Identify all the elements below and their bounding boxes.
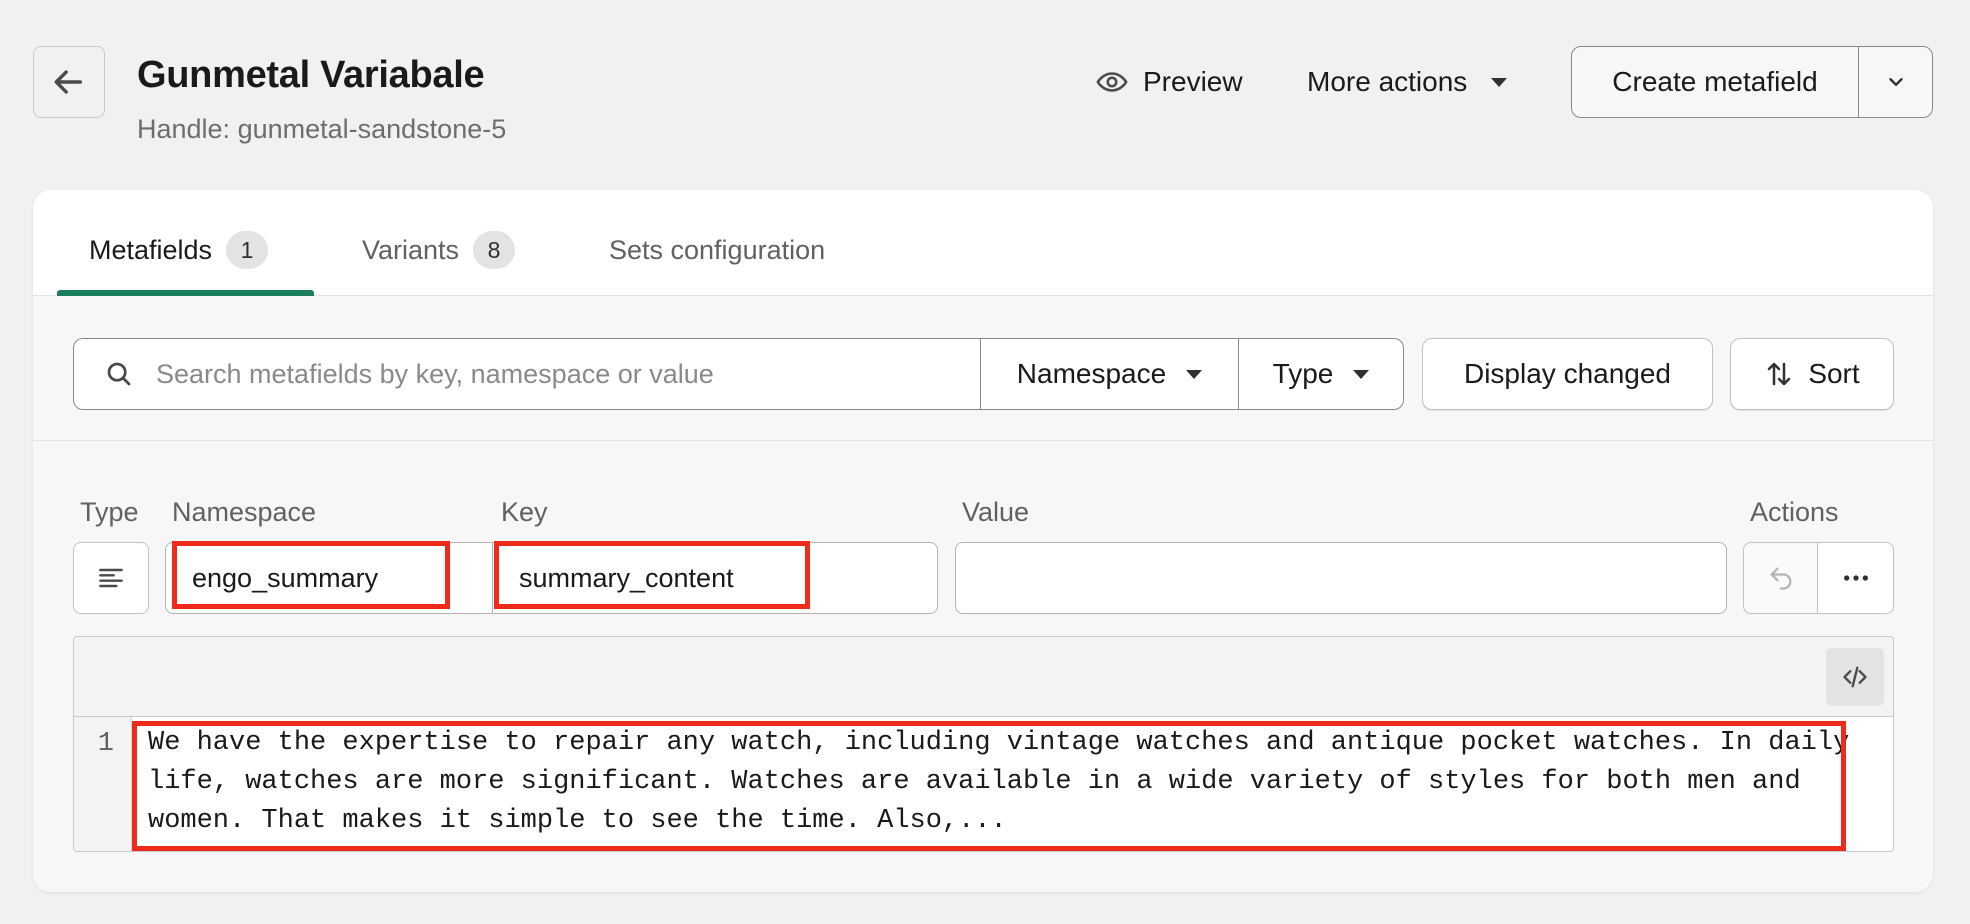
type-selector-button[interactable] (73, 542, 149, 614)
preview-label: Preview (1143, 66, 1243, 97)
tab-sets-configuration[interactable]: Sets configuration (609, 228, 825, 272)
tab-bar: Metafields 1 Variants 8 Sets configurati… (33, 190, 1933, 296)
more-actions-label: More actions (1307, 66, 1468, 97)
namespace-filter-label: Namespace (1016, 358, 1167, 389)
filter-bar: Namespace Type Display changed Sort (33, 296, 1933, 441)
chevron-down-icon (1888, 78, 1903, 86)
search-icon (107, 362, 131, 386)
metafields-card: Metafields 1 Variants 8 Sets configurati… (33, 190, 1933, 892)
line-number: 1 (97, 729, 114, 759)
sort-button[interactable]: Sort (1730, 338, 1894, 410)
ellipsis-icon (1843, 575, 1868, 581)
preview-button[interactable]: Preview (1095, 60, 1243, 104)
type-filter-label: Type (1272, 358, 1334, 389)
tab-metafields[interactable]: Metafields 1 (89, 228, 269, 272)
sort-arrows-icon (1768, 362, 1791, 386)
page-title: Gunmetal Variabale (137, 54, 485, 96)
value-code-editor[interactable]: 1 We have the expertise to repair any wa… (73, 636, 1894, 852)
column-header-value: Value (962, 497, 1030, 527)
type-filter-button[interactable]: Type (1238, 338, 1404, 410)
column-header-actions: Actions (1750, 497, 1839, 527)
arrow-left-icon (54, 70, 83, 94)
display-changed-button[interactable]: Display changed (1422, 338, 1713, 410)
back-button[interactable] (33, 46, 105, 118)
editor-toolbar (74, 637, 1893, 717)
code-icon (1843, 666, 1867, 688)
column-header-key: Key (501, 497, 548, 527)
value-input[interactable] (955, 542, 1727, 614)
caret-down-icon (1353, 369, 1370, 379)
editor-content[interactable]: We have the expertise to repair any watc… (148, 724, 1883, 841)
text-lines-icon (99, 568, 123, 588)
create-metafield-group: Create metafield (1571, 46, 1933, 118)
caret-down-icon (1491, 77, 1508, 87)
search-input[interactable] (156, 358, 956, 390)
caret-down-icon (1186, 369, 1203, 379)
count-badge: 8 (473, 231, 516, 269)
column-header-namespace: Namespace (172, 497, 317, 527)
tab-label: Sets configuration (609, 234, 826, 265)
create-options-button[interactable] (1859, 47, 1932, 117)
metafield-row-area: Type Namespace Key Value Actions engo_su… (33, 441, 1933, 892)
column-header-type: Type (80, 497, 139, 527)
search-field[interactable] (73, 338, 981, 410)
eye-icon (1096, 72, 1128, 92)
namespace-input[interactable]: engo_summary (165, 542, 493, 614)
create-metafield-button[interactable]: Create metafield (1572, 47, 1859, 117)
more-actions-button[interactable]: More actions (1307, 60, 1508, 104)
undo-icon (1770, 567, 1791, 590)
count-badge: 1 (226, 231, 269, 269)
more-options-button[interactable] (1817, 542, 1894, 614)
tab-label: Variants (362, 234, 460, 265)
namespace-filter-button[interactable]: Namespace (980, 338, 1239, 410)
tab-label: Metafields (89, 234, 213, 265)
code-view-toggle-button[interactable] (1826, 648, 1884, 706)
key-input[interactable]: summary_content (492, 542, 938, 614)
tab-variants[interactable]: Variants 8 (362, 228, 516, 272)
page-handle: Handle: gunmetal-sandstone-5 (137, 114, 507, 144)
undo-button[interactable] (1743, 542, 1818, 614)
sort-label: Sort (1808, 358, 1860, 389)
